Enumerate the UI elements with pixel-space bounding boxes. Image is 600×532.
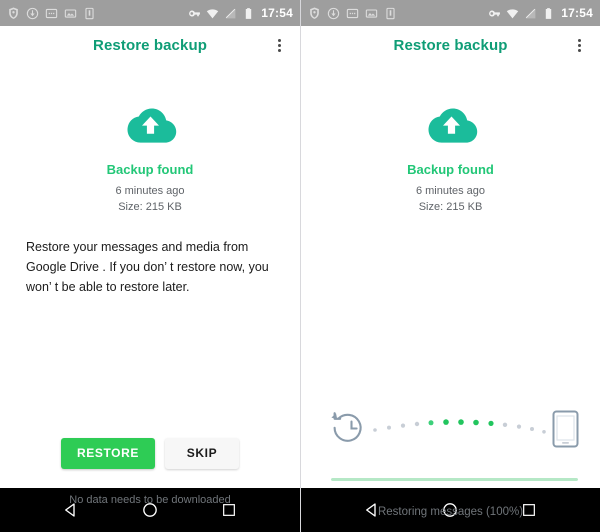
smartphone-icon bbox=[552, 410, 579, 448]
screen-restoring-progress: 17:54 Restore backup Backup found 6 minu… bbox=[300, 0, 600, 532]
battery-icon bbox=[542, 7, 555, 20]
backup-size: Size: 215 KB bbox=[418, 201, 483, 213]
backup-status-text: Backup found bbox=[106, 162, 194, 177]
restore-progress-fill bbox=[331, 478, 578, 481]
download-footnote: No data needs to be downloaded bbox=[69, 494, 231, 506]
more-vert-icon[interactable] bbox=[272, 36, 286, 54]
status-bar-clock: 17:54 bbox=[561, 6, 593, 20]
page-title: Restore backup bbox=[93, 36, 207, 54]
restore-button[interactable]: RESTORE bbox=[61, 438, 155, 469]
backup-size: Size: 215 KB bbox=[118, 201, 182, 213]
cloud-upload-icon bbox=[119, 102, 181, 148]
signal-off-icon bbox=[224, 7, 237, 20]
dual-screenshot-container: 17:54 Restore backup Backup found 6 minu… bbox=[0, 0, 600, 532]
shield-notification-icon bbox=[308, 7, 321, 20]
sms-notification-icon bbox=[346, 7, 359, 20]
vpn-key-icon bbox=[188, 7, 201, 20]
restoring-content: Backup found 6 minutes ago Size: 215 KB bbox=[301, 64, 600, 518]
sim-notification-icon bbox=[83, 7, 96, 20]
sim-notification-icon bbox=[384, 7, 397, 20]
signal-off-icon bbox=[524, 7, 537, 20]
sms-notification-icon bbox=[45, 7, 58, 20]
restore-progress-label: Restoring messages (100%) bbox=[377, 506, 524, 518]
status-bar-system: 17:54 bbox=[488, 6, 593, 20]
restore-history-icon bbox=[333, 412, 362, 442]
image-notification-icon bbox=[64, 7, 77, 20]
cloud-upload-icon bbox=[420, 102, 482, 148]
battery-icon bbox=[242, 7, 255, 20]
restore-content: Backup found 6 minutes ago Size: 215 KB … bbox=[0, 64, 300, 506]
status-bar: 17:54 bbox=[301, 0, 600, 26]
app-bar: Restore backup bbox=[301, 26, 600, 64]
download-notification-icon bbox=[26, 7, 39, 20]
restore-description: Restore your messages and media from Goo… bbox=[26, 240, 269, 294]
status-bar-clock: 17:54 bbox=[261, 6, 293, 20]
shield-notification-icon bbox=[7, 7, 20, 20]
image-notification-icon bbox=[365, 7, 378, 20]
transfer-dots bbox=[373, 419, 557, 437]
backup-timestamp: 6 minutes ago bbox=[115, 185, 185, 197]
app-bar: Restore backup bbox=[0, 26, 300, 64]
action-buttons: RESTORE SKIP bbox=[0, 438, 300, 469]
skip-button[interactable]: SKIP bbox=[165, 438, 239, 469]
status-bar-system: 17:54 bbox=[188, 6, 293, 20]
status-bar: 17:54 bbox=[0, 0, 300, 26]
page-title: Restore backup bbox=[393, 36, 508, 54]
download-notification-icon bbox=[327, 7, 340, 20]
screen-restore-prompt: 17:54 Restore backup Backup found 6 minu… bbox=[0, 0, 300, 532]
transfer-animation bbox=[301, 394, 600, 454]
backup-timestamp: 6 minutes ago bbox=[415, 185, 486, 197]
wifi-icon bbox=[506, 7, 519, 20]
backup-status-text: Backup found bbox=[407, 162, 494, 177]
status-bar-notifications bbox=[7, 7, 188, 20]
status-bar-notifications bbox=[308, 7, 488, 20]
vpn-key-icon bbox=[488, 7, 501, 20]
wifi-icon bbox=[206, 7, 219, 20]
restore-progress-bar bbox=[331, 478, 578, 481]
more-vert-icon[interactable] bbox=[572, 36, 586, 54]
